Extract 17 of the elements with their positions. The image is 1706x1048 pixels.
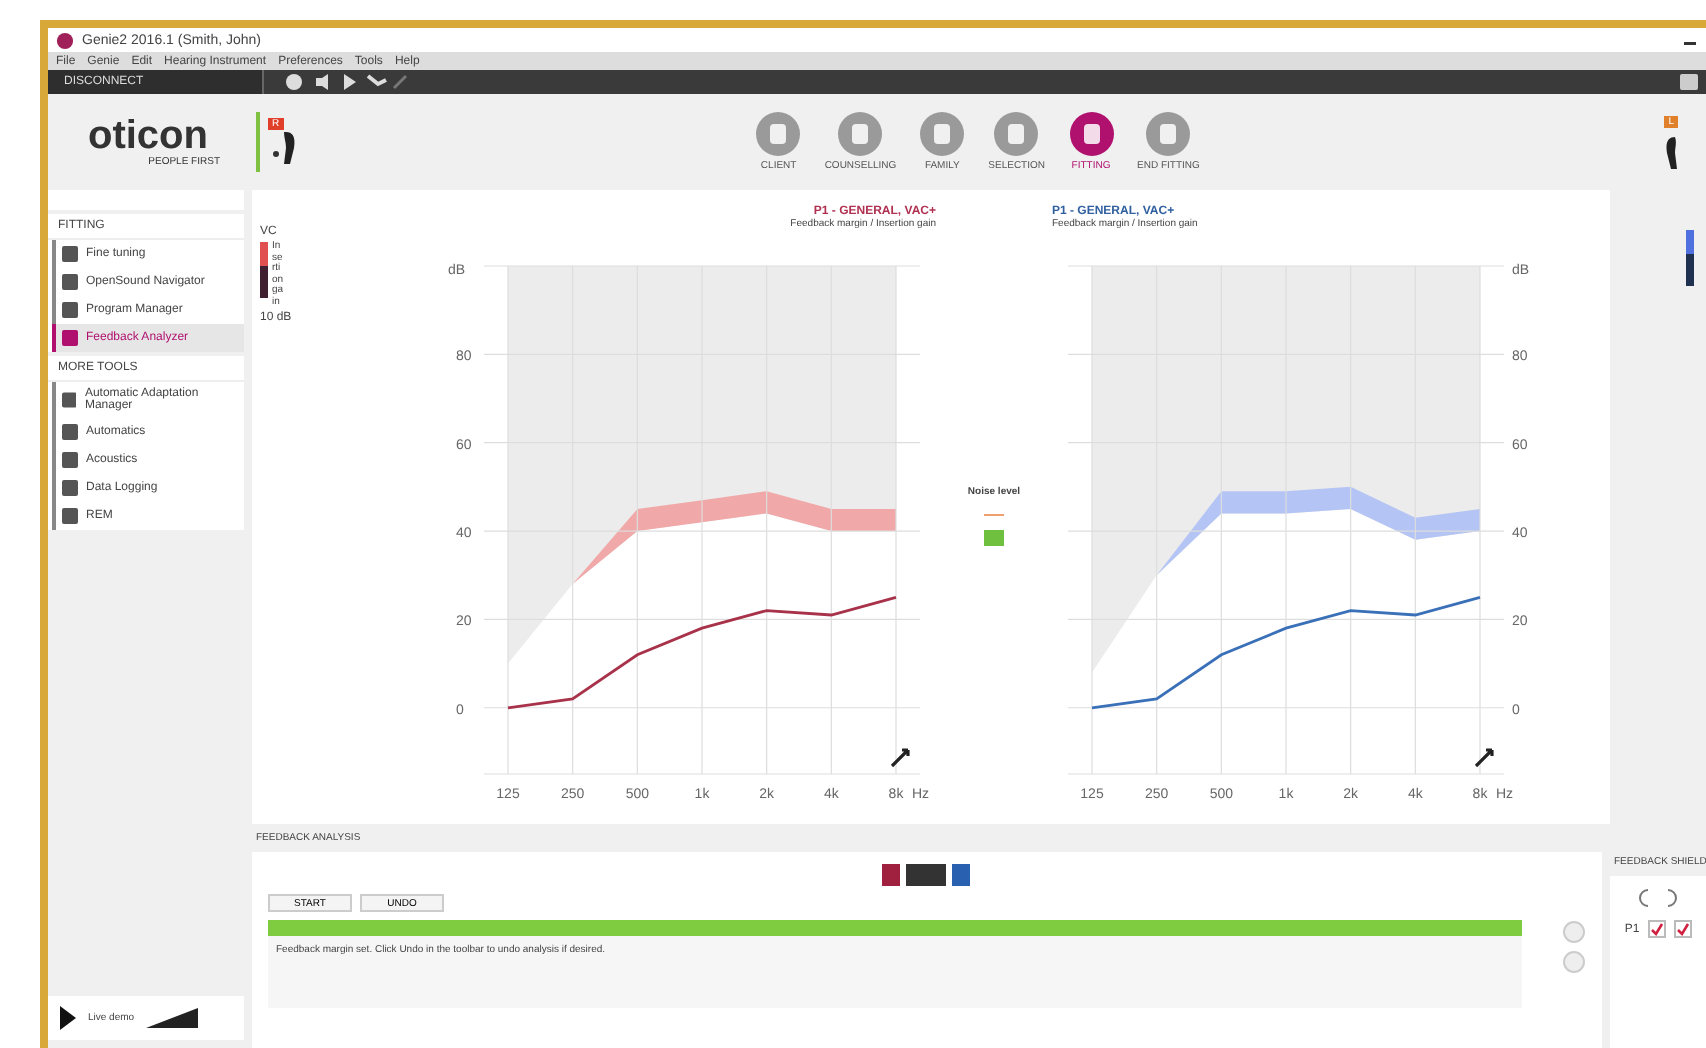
hearing-aid-icon [268,130,300,166]
expand-icon[interactable] [890,748,910,768]
shield-checkbox[interactable] [1673,920,1692,938]
ears-icon [1636,888,1680,908]
noise-level-icon [984,514,1004,546]
hearing-aid-icon [1665,135,1678,169]
ear-selector-icon[interactable] [881,864,973,886]
volume-ramp-icon [146,1008,199,1028]
brand-logo: oticon [88,116,208,156]
toolbar-icons-drawing[interactable] [284,72,412,92]
search-field[interactable] [48,190,244,210]
volume-bar-icon [260,242,268,298]
app-icon [56,31,74,49]
play-icon[interactable] [60,1006,76,1030]
expand-icon[interactable] [1474,748,1494,768]
shield-checkbox[interactable] [1647,920,1666,938]
volume-bar-icon [1686,230,1694,286]
